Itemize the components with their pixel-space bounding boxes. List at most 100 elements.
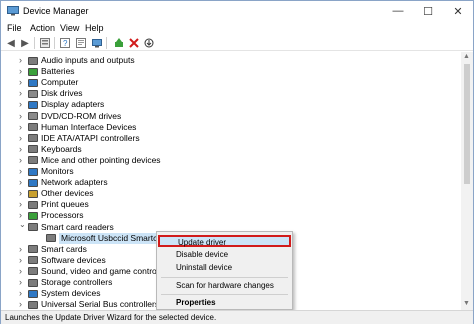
device-manager-window: Device Manager — ☐ ✕ File Action View He… <box>0 0 474 324</box>
device-category-icon <box>28 123 38 132</box>
menu-separator <box>161 277 288 278</box>
scroll-up-icon[interactable]: ▲ <box>463 53 470 60</box>
chevron-right-icon[interactable]: › <box>19 55 22 66</box>
chevron-right-icon[interactable]: › <box>19 66 22 77</box>
device-category-icon <box>28 245 38 254</box>
toolbar-separator <box>54 37 55 49</box>
chevron-right-icon[interactable]: › <box>19 299 22 310</box>
menu-item-disable-device[interactable]: Disable device <box>158 249 291 261</box>
tree-row[interactable]: › Human Interface Devices <box>1 122 456 133</box>
device-category-icon <box>46 234 56 243</box>
tree-row[interactable]: › Print queues <box>1 199 456 210</box>
chevron-right-icon[interactable]: › <box>19 255 22 266</box>
tree-row[interactable]: › Computer <box>1 77 456 88</box>
status-bar: Launches the Update Driver Wizard for th… <box>1 310 473 324</box>
device-category-icon <box>28 189 38 198</box>
tree-row[interactable]: › IDE ATA/ATAPI controllers <box>1 133 456 144</box>
chevron-right-icon[interactable]: › <box>19 188 22 199</box>
maximize-button[interactable]: ☐ <box>413 1 443 21</box>
minimize-button[interactable]: — <box>383 1 413 21</box>
chevron-right-icon[interactable]: › <box>19 144 22 155</box>
menu-item-uninstall-device[interactable]: Uninstall device <box>158 262 291 274</box>
window-title: Device Manager <box>23 6 89 16</box>
device-category-icon <box>28 278 38 287</box>
scan-icon[interactable] <box>91 37 103 49</box>
scroll-down-icon[interactable]: ▼ <box>463 300 470 307</box>
tree-row-label: Keyboards <box>41 143 82 154</box>
chevron-right-icon[interactable]: › <box>19 199 22 210</box>
toolbar-separator <box>106 37 107 49</box>
tree-row[interactable]: › Monitors <box>1 166 456 177</box>
menu-item-properties[interactable]: Properties <box>158 297 291 309</box>
chevron-down-icon[interactable]: ⌄ <box>19 219 26 230</box>
device-category-icon <box>28 89 38 98</box>
chevron-right-icon[interactable]: › <box>19 166 22 177</box>
device-category-icon <box>28 178 38 187</box>
chevron-right-icon[interactable]: › <box>19 77 22 88</box>
menu-item-update-driver[interactable]: Update driver <box>158 235 291 247</box>
chevron-right-icon[interactable]: › <box>19 277 22 288</box>
help-icon[interactable]: ? <box>59 37 71 49</box>
vertical-scrollbar[interactable]: ▲ ▼ <box>461 52 473 310</box>
device-category-icon <box>28 100 38 109</box>
chevron-right-icon[interactable]: › <box>19 133 22 144</box>
device-category-icon <box>28 78 38 87</box>
tree-row[interactable]: › Other devices <box>1 188 456 199</box>
properties-icon[interactable] <box>75 37 87 49</box>
tree-row-label: Storage controllers <box>41 277 113 287</box>
chevron-right-icon[interactable]: › <box>19 177 22 188</box>
tree-row[interactable]: › Batteries <box>1 66 456 77</box>
tree-row-label: Batteries <box>41 66 75 77</box>
forward-icon[interactable]: ▶ <box>19 37 31 49</box>
device-category-icon <box>28 145 38 154</box>
chevron-right-icon[interactable]: › <box>19 122 22 133</box>
tree-row[interactable]: › Audio inputs and outputs <box>1 55 456 66</box>
tree-row-label: Sound, video and game controllers <box>41 265 173 276</box>
menu-action[interactable]: Action <box>30 23 55 33</box>
device-category-icon <box>28 156 38 165</box>
chevron-right-icon[interactable]: › <box>19 266 22 277</box>
tree-row-label: Human Interface Devices <box>41 121 137 132</box>
tree-row-label: Display adapters <box>41 99 105 110</box>
chevron-right-icon[interactable]: › <box>19 155 22 166</box>
scrollbar-thumb[interactable] <box>464 64 470 184</box>
menu-view[interactable]: View <box>60 23 79 33</box>
chevron-right-icon[interactable]: › <box>19 99 22 110</box>
show-hidden-icon[interactable] <box>39 37 51 49</box>
device-category-icon <box>28 67 38 76</box>
device-category-icon <box>28 300 38 309</box>
tree-row-label: Software devices <box>41 254 106 265</box>
close-button[interactable]: ✕ <box>443 1 473 21</box>
status-text: Launches the Update Driver Wizard for th… <box>5 313 217 322</box>
tree-row-label: Audio inputs and outputs <box>41 55 135 65</box>
device-manager-icon <box>7 6 19 16</box>
tree-row[interactable]: › Disk drives <box>1 88 456 99</box>
tree-row-label: Print queues <box>41 199 89 210</box>
tree-row[interactable]: › Keyboards <box>1 144 456 155</box>
menu-item-scan-hardware[interactable]: Scan for hardware changes <box>158 280 291 292</box>
disable-device-icon[interactable] <box>143 37 155 49</box>
device-category-icon <box>28 112 38 120</box>
tree-row[interactable]: › DVD/CD-ROM drives <box>1 111 456 122</box>
chevron-right-icon[interactable]: › <box>19 111 22 122</box>
title-bar[interactable]: Device Manager — ☐ ✕ <box>1 1 473 21</box>
tree-row[interactable]: › Mice and other pointing devices <box>1 155 456 166</box>
toolbar: ◀ ▶ ? <box>1 35 473 51</box>
chevron-right-icon[interactable]: › <box>19 88 22 99</box>
chevron-right-icon[interactable]: › <box>19 288 22 299</box>
menu-file[interactable]: File <box>7 23 22 33</box>
menu-help[interactable]: Help <box>85 23 104 33</box>
chevron-right-icon[interactable]: › <box>19 244 22 255</box>
tree-row[interactable]: › Network adapters <box>1 177 456 188</box>
device-category-icon <box>28 134 38 143</box>
tree-row[interactable]: › Display adapters <box>1 99 456 110</box>
svg-text:?: ? <box>63 39 68 48</box>
tree-row-label: Universal Serial Bus controllers <box>41 299 160 310</box>
update-driver-icon[interactable] <box>113 37 125 49</box>
device-category-icon <box>28 211 38 220</box>
back-icon[interactable]: ◀ <box>5 37 17 49</box>
uninstall-device-icon[interactable] <box>128 37 140 49</box>
tree-row-label: IDE ATA/ATAPI controllers <box>41 132 140 143</box>
menu-separator <box>161 294 288 295</box>
tree-row[interactable]: › Processors <box>1 210 456 221</box>
